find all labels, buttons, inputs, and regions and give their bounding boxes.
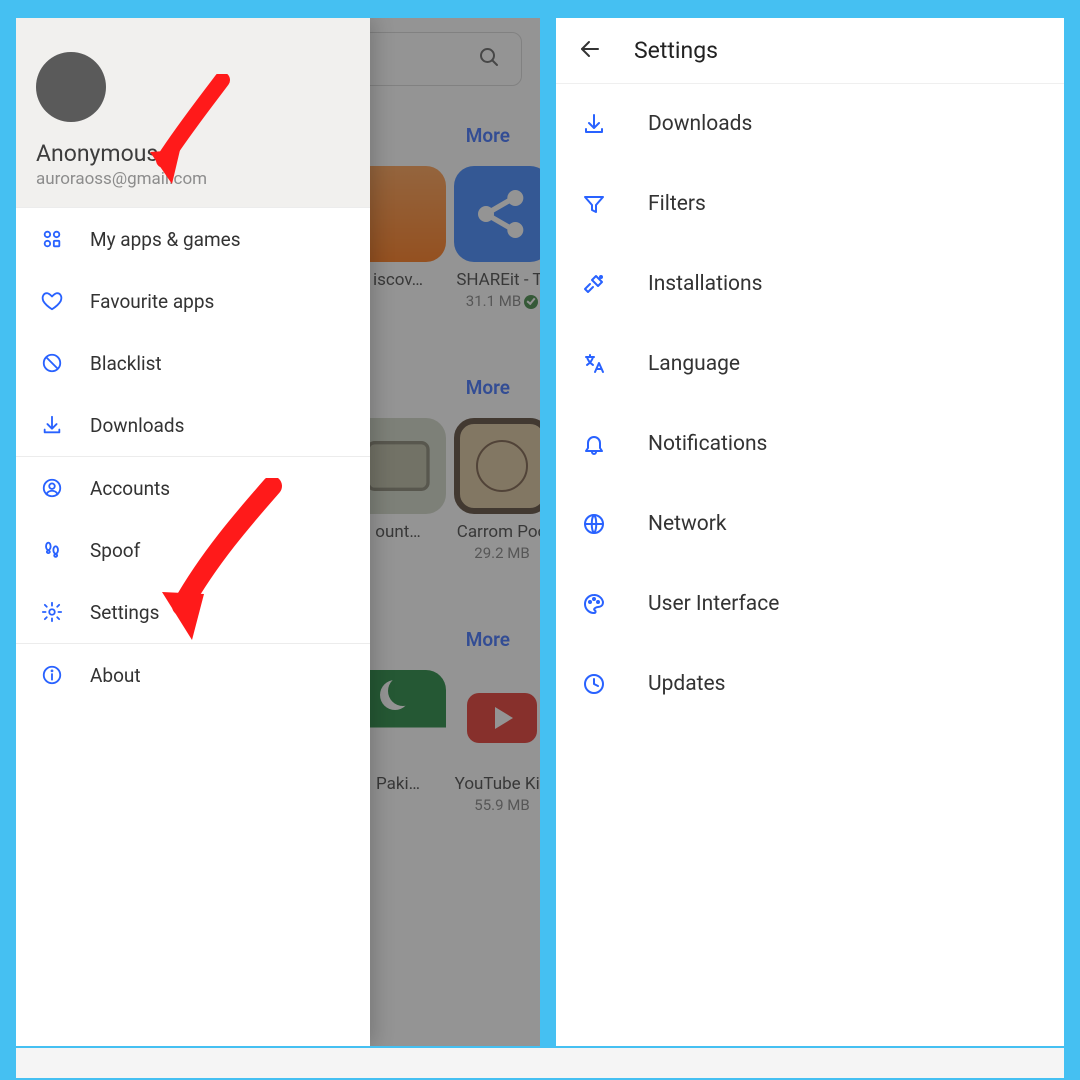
settings-item-label: Notifications [648,432,767,456]
drawer-item-downloads[interactable]: Downloads [16,394,370,456]
settings-item-label: Updates [648,672,726,696]
settings-item-updates[interactable]: Updates [556,644,1064,724]
navigation-drawer: Anonymous auroraoss@gmail.com My apps & … [16,18,370,1046]
updates-icon [578,672,610,696]
gear-icon [38,601,66,623]
palette-icon [578,592,610,616]
settings-item-label: Downloads [648,112,752,136]
drawer-item-label: Favourite apps [90,290,214,313]
bell-icon [578,432,610,456]
settings-item-language[interactable]: Language [556,324,1064,404]
settings-item-ui[interactable]: User Interface [556,564,1064,644]
drawer-item-label: Accounts [90,477,170,500]
drawer-item-label: Downloads [90,414,184,437]
settings-item-filters[interactable]: Filters [556,164,1064,244]
drawer-item-label: Spoof [90,539,140,562]
download-icon [38,414,66,436]
settings-item-label: Language [648,352,740,376]
globe-icon [578,512,610,536]
settings-item-downloads[interactable]: Downloads [556,84,1064,164]
settings-item-notifications[interactable]: Notifications [556,404,1064,484]
drawer-item-blacklist[interactable]: Blacklist [16,332,370,394]
settings-item-installations[interactable]: Installations [556,244,1064,324]
drawer-item-label: About [90,664,141,687]
drawer-header[interactable]: Anonymous auroraoss@gmail.com [16,18,370,208]
tools-icon [578,272,610,296]
drawer-item-favourites[interactable]: Favourite apps [16,270,370,332]
drawer-item-spoof[interactable]: Spoof [16,519,370,581]
right-screenshot: Settings Downloads Filters Installations… [556,18,1064,1046]
avatar [36,52,106,122]
user-email: auroraoss@gmail.com [36,169,350,189]
drawer-item-label: My apps & games [90,228,241,251]
settings-title: Settings [634,37,718,64]
settings-item-label: Installations [648,272,762,296]
download-icon [578,112,610,136]
info-icon [38,664,66,686]
drawer-item-accounts[interactable]: Accounts [16,457,370,519]
drawer-item-label: Blacklist [90,352,162,375]
drawer-item-label: Settings [90,601,159,624]
back-icon[interactable] [578,37,602,65]
block-icon [38,352,66,374]
bottom-strip [16,1048,1064,1078]
settings-item-label: Filters [648,192,706,216]
user-name: Anonymous [36,140,350,167]
filter-icon [578,192,610,216]
account-icon [38,477,66,499]
apps-icon [38,228,66,250]
drawer-item-about[interactable]: About [16,644,370,706]
settings-header: Settings [556,18,1064,84]
language-icon [578,352,610,376]
footprints-icon [38,539,66,561]
left-screenshot: es More iscov… SHAREit - Tr 31.1 MB More [16,18,540,1046]
drawer-item-my-apps[interactable]: My apps & games [16,208,370,270]
drawer-item-settings[interactable]: Settings [16,581,370,643]
settings-item-network[interactable]: Network [556,484,1064,564]
settings-item-label: Network [648,512,727,536]
settings-item-label: User Interface [648,592,779,616]
heart-icon [38,290,66,312]
